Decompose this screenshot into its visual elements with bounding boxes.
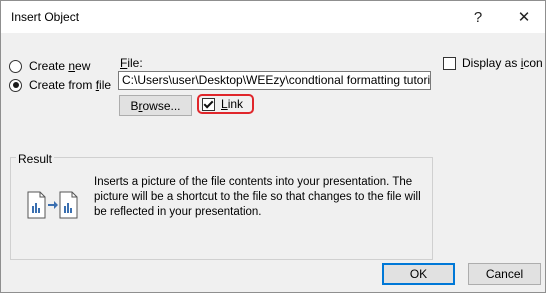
create-from-file-label: Create from file — [29, 78, 112, 92]
close-button[interactable]: ✕ — [511, 5, 537, 29]
link-label: Link — [221, 97, 244, 111]
result-description: Inserts a picture of the file contents i… — [94, 176, 421, 218]
ok-button[interactable]: OK — [382, 263, 455, 285]
create-from-file-radio[interactable] — [9, 78, 22, 92]
link-checkbox[interactable] — [202, 97, 215, 111]
display-as-icon-label: Display as icon — [462, 56, 543, 70]
display-as-icon-option[interactable]: Display as icon — [443, 56, 543, 70]
cancel-button[interactable]: Cancel — [468, 263, 541, 285]
browse-button[interactable]: Br owse... — [119, 95, 192, 116]
create-new-radio[interactable] — [9, 59, 22, 73]
result-label: Result — [16, 152, 55, 166]
create-from-file-option[interactable]: Create from file — [9, 78, 111, 92]
window-title: Insert Object — [11, 10, 80, 24]
display-as-icon-checkbox[interactable] — [443, 56, 456, 70]
link-option[interactable]: Link — [197, 94, 254, 114]
file-label: File: — [120, 56, 143, 70]
file-path-input[interactable]: C:\Users\user\Desktop\WEEzy\condtional f… — [118, 71, 431, 90]
create-new-label: Create new — [29, 59, 91, 73]
create-new-option[interactable]: Create new — [9, 59, 90, 73]
insert-object-dialog: Insert Object ? ✕ Create new Create from… — [0, 0, 546, 293]
title-bar: Insert Object ? ✕ — [1, 1, 545, 33]
help-button[interactable]: ? — [465, 5, 491, 29]
link-file-icon — [27, 191, 79, 222]
